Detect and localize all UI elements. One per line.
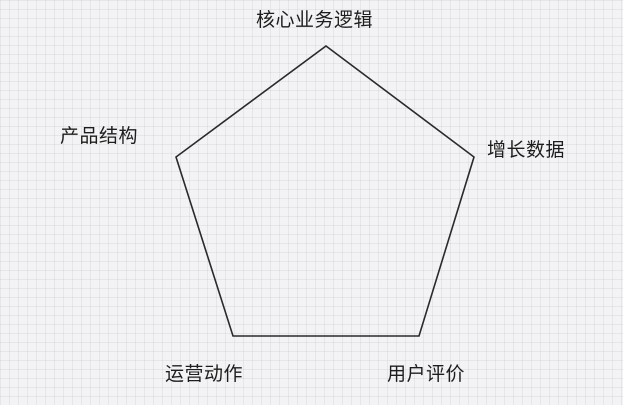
pentagon-outline	[175, 45, 475, 337]
node-label-core-business-logic: 核心业务逻辑	[256, 9, 374, 31]
node-label-product-structure: 产品结构	[60, 125, 139, 147]
node-label-growth-data: 增长数据	[487, 139, 566, 161]
node-label-operations-actions: 运营动作	[165, 363, 244, 385]
node-label-user-reviews: 用户评价	[387, 363, 466, 385]
diagram-canvas: 核心业务逻辑 增长数据 用户评价 运营动作 产品结构	[0, 0, 623, 405]
pentagon-diagram	[175, 45, 475, 337]
